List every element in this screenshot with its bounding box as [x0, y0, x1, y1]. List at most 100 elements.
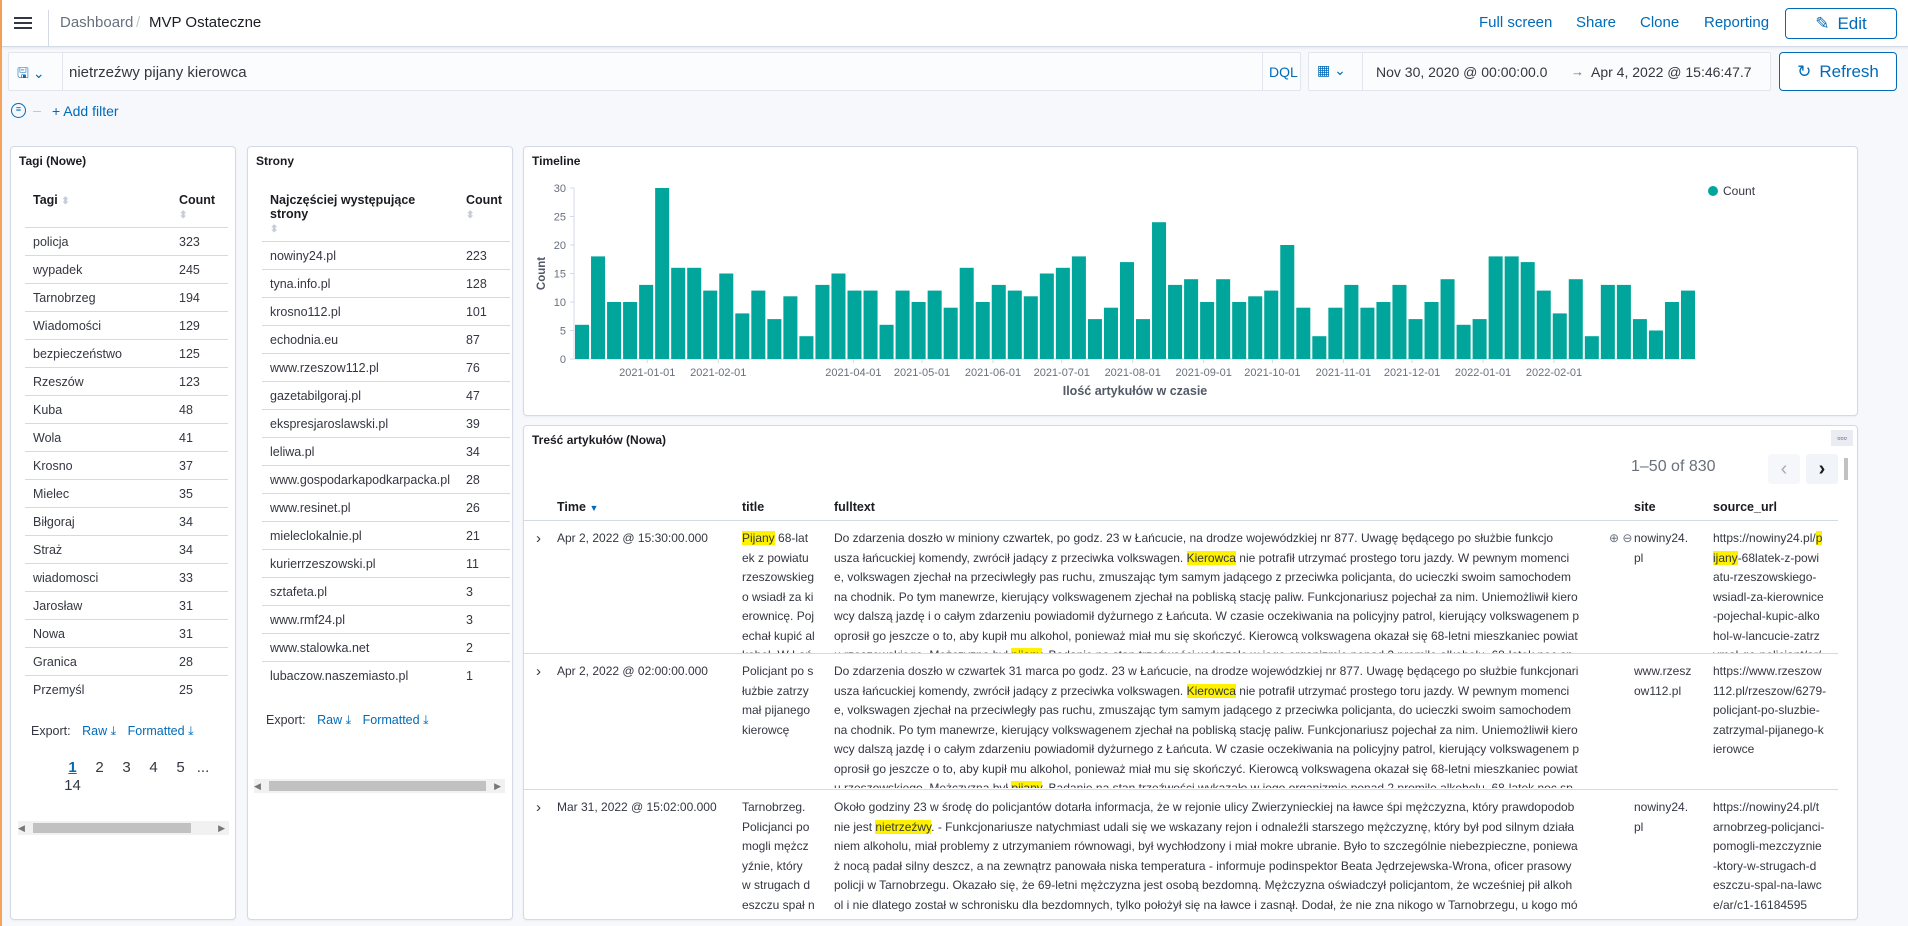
clone-link[interactable]: Clone — [1640, 14, 1679, 31]
x-tick-label: 2021-02-01 — [690, 367, 746, 379]
calendar-icon[interactable]: ▦ ⌄ — [1317, 62, 1346, 79]
table-row: lubaczow.naszemiasto.pl 1 — [262, 662, 510, 690]
tags-panel: Tagi (Nowe) Tagi ⬍ Count ⬍ policja 323 wyp… — [10, 146, 236, 920]
share-link[interactable]: Share — [1576, 14, 1616, 31]
count-cell: 76 — [457, 353, 511, 382]
count-cell: 47 — [457, 381, 511, 410]
table-row: bezpieczeństwo 125 — [25, 339, 228, 368]
expand-row-icon[interactable]: › — [536, 529, 541, 653]
article-row: › Mar 31, 2022 @ 15:02:00.000 Tarnobrzeg. P… — [524, 790, 1838, 919]
bar — [927, 290, 942, 359]
column-header-sites[interactable]: Najczęściej występujące strony ⬍ — [262, 193, 458, 242]
page-link[interactable]: 3 — [113, 759, 140, 776]
name-cell: bezpieczeństwo — [25, 339, 171, 368]
horizontal-scrollbar[interactable]: ◀ ▶ — [254, 779, 505, 793]
bar — [1264, 290, 1279, 359]
edit-button[interactable]: ✎ Edit — [1785, 8, 1897, 39]
previous-page-button[interactable]: ‹ — [1768, 454, 1800, 484]
add-filter-button[interactable]: + Add filter — [52, 103, 119, 119]
expand-row-icon[interactable]: › — [536, 798, 541, 919]
count-cell: 223 — [457, 241, 511, 270]
horizontal-scrollbar[interactable]: ◀ ▶ — [18, 821, 229, 835]
text-line: Tarnobrzeg. — [742, 800, 806, 814]
bar — [671, 267, 686, 359]
text-line: mał pijanego — [742, 703, 811, 717]
panel-options-icon[interactable]: ▫▫▫ — [1831, 430, 1853, 446]
search-input[interactable] — [69, 59, 1259, 85]
next-page-button[interactable]: › — [1806, 454, 1838, 484]
sort-icon: ⬍ — [179, 210, 188, 221]
page-link[interactable]: 1 — [59, 759, 86, 776]
filter-options-icon[interactable]: ≡ — [11, 103, 26, 118]
export-bar: Export: Raw ⤓ Formatted ⤓ — [31, 724, 194, 739]
bar — [1119, 262, 1134, 359]
column-header-count[interactable]: Count ⬍ — [171, 193, 228, 228]
x-tick-label: 2021-10-01 — [1244, 367, 1300, 379]
name-cell: lubaczow.naszemiasto.pl — [270, 668, 409, 683]
text-line: Do zdarzenia doszło w czwartek 31 marca … — [834, 664, 1579, 678]
count-cell: 25 — [179, 682, 193, 697]
text-line: niem alkoholu, miał problemy z utrzymani… — [834, 839, 1578, 853]
export-label: Export: — [266, 713, 306, 727]
reporting-link[interactable]: Reporting — [1704, 14, 1769, 31]
text-line: mogli mężcz — [742, 839, 809, 853]
filter-for-value-icon[interactable]: ⊕ — [1609, 531, 1619, 545]
panel-title: Treść artykułów (Nowa) — [532, 433, 667, 447]
search-highlight: p — [1815, 531, 1823, 545]
export-raw-link[interactable]: Raw ⤓ — [317, 713, 351, 727]
expand-row-icon[interactable]: › — [536, 662, 541, 788]
table-row: nowiny24.pl 223 — [262, 241, 511, 270]
name-cell: wiadomosci — [25, 563, 171, 592]
text-line: kohol. W Łań — [742, 646, 826, 653]
filter-out-value-icon[interactable]: ⊖ — [1622, 531, 1632, 545]
text-line: hol-w-lancucie-zatrz — [1713, 628, 1820, 643]
dql-toggle[interactable]: DQL — [1269, 64, 1298, 80]
export-formatted-link[interactable]: Formatted ⤓ — [128, 724, 194, 738]
text-line: kierowcę — [742, 722, 790, 737]
end-date[interactable]: Apr 4, 2022 @ 15:46:47.7 — [1591, 64, 1752, 80]
full-screen-link[interactable]: Full screen — [1479, 14, 1552, 31]
column-header-fulltext[interactable]: fulltext — [834, 500, 875, 514]
page-link[interactable]: 2 — [86, 759, 113, 776]
table-row: mieleclokalnie.pl 21 — [262, 521, 511, 550]
count-cell: 48 — [171, 395, 228, 424]
refresh-button[interactable]: ↻ Refresh — [1779, 52, 1897, 91]
column-header-tags[interactable]: Tagi ⬍ — [25, 193, 171, 228]
table-row: Jarosław 31 — [25, 591, 228, 620]
name-cell: krosno112.pl — [262, 297, 458, 326]
breadcrumb-dashboard[interactable]: Dashboard — [60, 14, 133, 31]
page-link[interactable]: 5 — [167, 759, 194, 776]
table-row: Biłgoraj 34 — [25, 507, 228, 536]
text-line: e, volkswagen zjechał na przeciwległy pa… — [834, 570, 1571, 584]
x-tick-label: 2021-12-01 — [1384, 367, 1440, 379]
saved-query-icon[interactable]: 🖫 ⌄ — [17, 63, 45, 87]
export-formatted-link[interactable]: Formatted ⤓ — [363, 713, 429, 727]
column-header-count[interactable]: Count ⬍ — [457, 193, 511, 242]
bar — [1344, 284, 1359, 359]
page-link: ... — [196, 759, 210, 776]
page-link[interactable]: 14 — [59, 777, 86, 794]
bar — [1216, 279, 1231, 359]
column-header-site[interactable]: site — [1634, 500, 1656, 514]
page-link[interactable]: 4 — [140, 759, 167, 776]
breadcrumb-separator: / — [136, 14, 141, 31]
name-cell: Granica — [25, 647, 171, 676]
column-header-title[interactable]: title — [742, 500, 764, 514]
name-cell: Wiadomości — [25, 311, 171, 340]
hamburger-menu-icon[interactable] — [14, 14, 32, 30]
sort-icon: ⬍ — [465, 210, 475, 221]
y-tick-label: 30 — [554, 183, 566, 195]
text-line: o wsiadł za ki — [742, 589, 814, 604]
count-cell: 3 — [457, 577, 511, 606]
vertical-scrollbar[interactable] — [1844, 458, 1848, 480]
divider — [1362, 53, 1363, 90]
bar — [1504, 256, 1519, 359]
export-raw-link[interactable]: Raw ⤓ — [82, 724, 116, 738]
text-line: łużbie zatrzy — [742, 683, 809, 698]
bar — [623, 302, 638, 359]
start-date[interactable]: Nov 30, 2020 @ 00:00:00.0 — [1376, 64, 1547, 80]
column-header-source-url[interactable]: source_url — [1713, 500, 1777, 514]
count-cell: 87 — [457, 325, 511, 354]
column-header-time[interactable]: Time ▼ — [557, 500, 598, 514]
x-tick-label: 2021-06-01 — [965, 367, 1021, 379]
